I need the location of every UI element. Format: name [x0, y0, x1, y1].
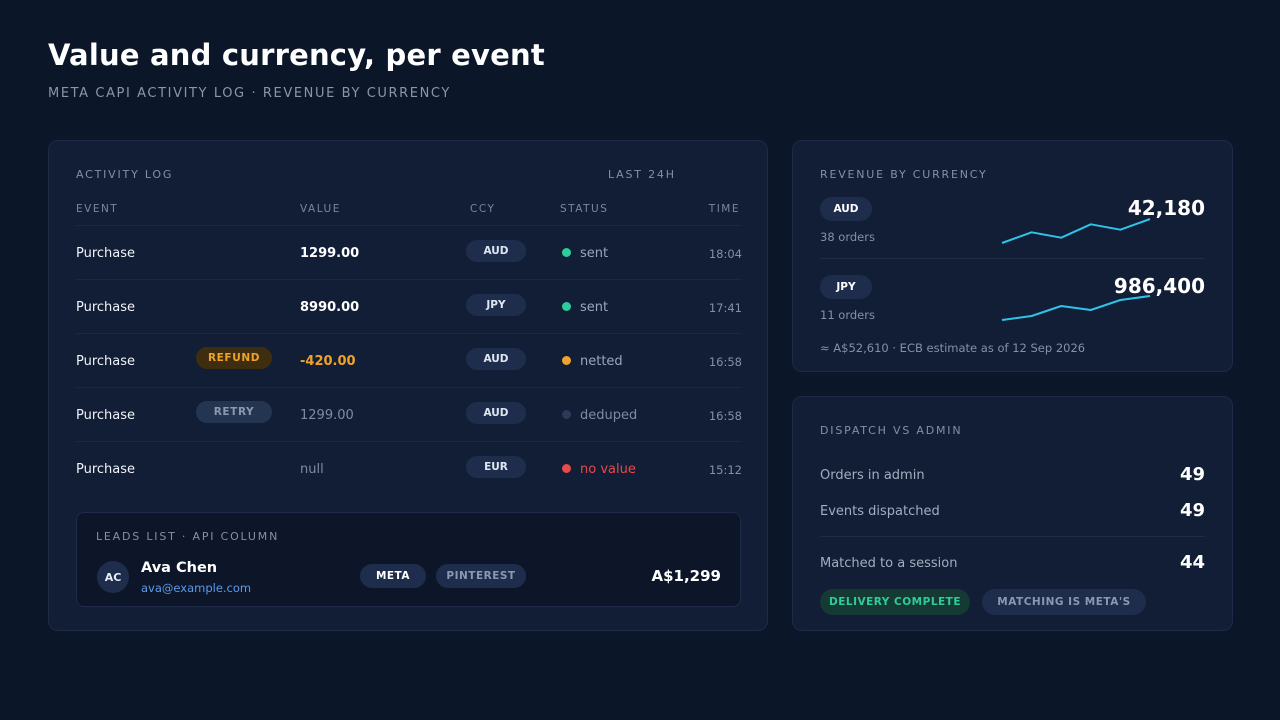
activity-log-label: ACTIVITY LOG: [76, 168, 174, 181]
table-row[interactable]: Purchase null EUR no value 15:12: [76, 441, 742, 495]
order-count: 11 orders: [820, 308, 875, 322]
retry-tag: RETRY: [196, 401, 272, 423]
status-dot: [562, 302, 571, 311]
table-row[interactable]: Purchase 8990.00 JPY sent 17:41: [76, 279, 742, 333]
status-text: sent: [580, 246, 609, 261]
revenue-by-currency-card: REVENUE BY CURRENCY AUD 38 orders 42,180…: [792, 140, 1233, 372]
status-text: no value: [580, 462, 636, 477]
range-filter[interactable]: LAST 24H: [608, 168, 676, 181]
event-name: Purchase: [76, 354, 136, 369]
currency-badge: AUD: [466, 348, 526, 370]
avatar: AC: [97, 561, 129, 593]
stat-value-matched-to-session: 44: [1179, 552, 1205, 573]
event-time: 17:41: [708, 301, 742, 315]
leads-list-panel: LEADS LIST · API COLUMN AC Ava Chen ava@…: [76, 512, 741, 607]
stat-label-orders-in-admin: Orders in admin: [820, 468, 925, 483]
sparkline-line: [1001, 295, 1151, 321]
delivery-complete-badge: DELIVERY COMPLETE: [820, 589, 970, 615]
column-header-status: STATUS: [560, 203, 609, 215]
event-time: 18:04: [708, 247, 742, 261]
matching-is-metas-badge: MATCHING IS META'S: [982, 589, 1146, 615]
event-value: null: [300, 462, 324, 477]
event-name: Purchase: [76, 300, 136, 315]
dispatch-vs-admin-card: DISPATCH VS ADMIN Orders in admin 49 Eve…: [792, 396, 1233, 631]
refund-tag: REFUND: [196, 347, 272, 369]
activity-log-card: ACTIVITY LOG LAST 24H EVENT VALUE CCY ST…: [48, 140, 768, 631]
leads-list-label: LEADS LIST · API COLUMN: [96, 530, 280, 543]
sparkline-aud: [1001, 218, 1151, 244]
table-row[interactable]: Purchase RETRY 1299.00 AUD deduped 16:58: [76, 387, 742, 441]
event-value: 8990.00: [300, 300, 360, 315]
currency-pill-aud: AUD: [820, 197, 872, 221]
lead-name: Ava Chen: [141, 560, 218, 576]
event-value: 1299.00: [300, 408, 354, 423]
page-title: Value and currency, per event: [48, 38, 545, 72]
lead-amount: A$1,299: [651, 567, 722, 585]
event-time: 15:12: [708, 463, 742, 477]
divider: [820, 536, 1205, 537]
fx-estimate-note: ≈ A$52,610 · ECB estimate as of 12 Sep 2…: [820, 341, 1086, 355]
event-name: Purchase: [76, 408, 136, 423]
currency-badge: AUD: [466, 240, 526, 262]
revenue-label: REVENUE BY CURRENCY: [820, 168, 988, 181]
status-text: sent: [580, 300, 609, 315]
currency-badge: EUR: [466, 456, 526, 478]
event-value: 1299.00: [300, 246, 360, 261]
platform-pill-meta[interactable]: META: [360, 564, 426, 588]
event-value: -420.00: [300, 354, 356, 369]
column-header-time: TIME: [708, 203, 740, 215]
table-row[interactable]: Purchase 1299.00 AUD sent 18:04: [76, 225, 742, 279]
sparkline-jpy: [1001, 295, 1151, 321]
stat-label-events-dispatched: Events dispatched: [820, 504, 940, 519]
page-subtitle: META CAPI ACTIVITY LOG · REVENUE BY CURR…: [48, 86, 451, 101]
platform-pill-pinterest[interactable]: PINTEREST: [436, 564, 526, 588]
status-dot: [562, 356, 571, 365]
status-text: netted: [580, 354, 623, 369]
order-count: 38 orders: [820, 230, 875, 244]
currency-badge: AUD: [466, 402, 526, 424]
currency-pill-jpy: JPY: [820, 275, 872, 299]
status-dot: [562, 248, 571, 257]
stat-value-events-dispatched: 49: [1179, 500, 1205, 521]
event-time: 16:58: [708, 409, 742, 423]
currency-badge: JPY: [466, 294, 526, 316]
lead-email[interactable]: ava@example.com: [141, 581, 251, 595]
column-header-event: EVENT: [76, 203, 119, 215]
table-row[interactable]: Purchase REFUND -420.00 AUD netted 16:58: [76, 333, 742, 387]
sparkline-line: [1001, 218, 1151, 244]
event-name: Purchase: [76, 462, 136, 477]
event-time: 16:58: [708, 355, 742, 369]
stat-label-matched-to-session: Matched to a session: [820, 556, 958, 571]
status-dot: [562, 410, 571, 419]
status-dot: [562, 464, 571, 473]
stat-value-orders-in-admin: 49: [1179, 464, 1205, 485]
event-name: Purchase: [76, 246, 136, 261]
divider: [820, 258, 1205, 259]
dispatch-label: DISPATCH VS ADMIN: [820, 424, 963, 437]
column-header-ccy: CCY: [470, 203, 496, 215]
status-text: deduped: [580, 408, 638, 423]
column-header-value: VALUE: [300, 203, 341, 215]
